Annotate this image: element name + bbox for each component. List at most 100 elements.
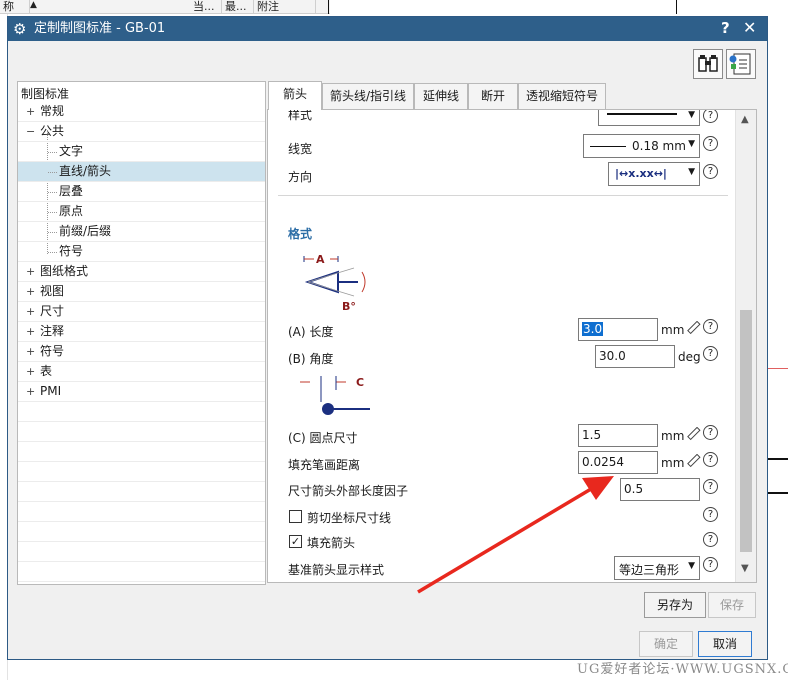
- tree-item-symbol[interactable]: 符号: [18, 242, 265, 262]
- tree-item-line-arrow[interactable]: 直线/箭头: [18, 162, 265, 182]
- tree-item-label: 层叠: [59, 184, 84, 198]
- tree-empty-row: [18, 422, 265, 442]
- tree-item-view[interactable]: + 视图: [18, 282, 265, 302]
- tree-item-origin[interactable]: 原点: [18, 202, 265, 222]
- ruler-icon[interactable]: [686, 454, 701, 469]
- angle-input[interactable]: 30.0: [595, 345, 675, 368]
- solid-line-icon: [607, 113, 677, 115]
- tab-arrow-line-leader[interactable]: 箭头线/指引线: [322, 83, 414, 110]
- help-icon[interactable]: ?: [703, 532, 718, 547]
- tree-empty-row: [18, 442, 265, 462]
- tree-item-label: 表: [40, 364, 53, 378]
- tree-item-text[interactable]: 文字: [18, 142, 265, 162]
- diagram-a-label: A: [316, 253, 325, 266]
- expand-icon[interactable]: +: [26, 382, 36, 401]
- width-value: 0.18 mm: [632, 139, 686, 153]
- tree-item-label: 直线/箭头: [59, 164, 112, 178]
- collapse-icon[interactable]: −: [26, 122, 36, 141]
- line-sample-icon: [590, 146, 626, 147]
- close-button[interactable]: ✕: [743, 18, 756, 38]
- fill-distance-input[interactable]: 0.0254: [578, 451, 658, 474]
- tab-arrow[interactable]: 箭头: [268, 81, 322, 110]
- tree-item-drawing-format[interactable]: + 图纸格式: [18, 262, 265, 282]
- tree-item-annotation[interactable]: + 注释: [18, 322, 265, 342]
- custom-drafting-standard-dialog: ⚙ 定制制图标准 - GB-01 ? ✕ 制图标准 + 常规 − 公共 文字 直…: [7, 16, 768, 660]
- dot-size-input[interactable]: 1.5: [578, 424, 658, 447]
- tree-root-label: 制图标准: [21, 87, 70, 101]
- help-icon[interactable]: ?: [703, 164, 718, 179]
- expand-icon[interactable]: +: [26, 362, 36, 381]
- tree-empty-row: [18, 462, 265, 482]
- help-button[interactable]: ?: [721, 18, 730, 38]
- dialog-title: 定制制图标准 - GB-01: [34, 21, 166, 36]
- help-icon[interactable]: ?: [703, 507, 718, 522]
- style-dropdown[interactable]: ▼: [598, 110, 700, 126]
- width-dropdown[interactable]: 0.18 mm ▼: [583, 134, 700, 158]
- tab-extension-line[interactable]: 延伸线: [414, 83, 468, 110]
- ok-button[interactable]: 确定: [639, 631, 693, 657]
- tree-item-label: 常规: [40, 104, 65, 118]
- tab-break[interactable]: 断开: [468, 83, 518, 110]
- clip-coordinate-checkbox[interactable]: [289, 510, 302, 523]
- length-value: 3.0: [582, 322, 604, 336]
- expand-icon[interactable]: +: [26, 342, 36, 361]
- ruler-icon[interactable]: [686, 427, 701, 442]
- tree-connector: [48, 172, 57, 173]
- scroll-up-icon[interactable]: ▲: [741, 114, 749, 125]
- angle-label: (B) 角度: [288, 352, 334, 366]
- vertical-scrollbar[interactable]: ▲ ▼: [735, 110, 756, 582]
- tree-item-label: 图纸格式: [40, 264, 89, 278]
- find-button[interactable]: [693, 49, 723, 79]
- tree-item-stack[interactable]: 层叠: [18, 182, 265, 202]
- outside-length-factor-input[interactable]: 0.5: [620, 478, 700, 501]
- tree-item-label: 尺寸: [40, 304, 65, 318]
- ruler-icon[interactable]: [686, 321, 701, 336]
- info-panel-button[interactable]: [726, 49, 756, 79]
- diagram-b-label: B°: [342, 300, 356, 313]
- expand-icon[interactable]: +: [26, 302, 36, 321]
- help-icon[interactable]: ?: [703, 425, 718, 440]
- cancel-button[interactable]: 取消: [698, 631, 752, 657]
- length-unit: mm: [661, 323, 685, 337]
- help-icon[interactable]: ?: [703, 346, 718, 361]
- tree-item-label: 注释: [40, 324, 65, 338]
- direction-dropdown[interactable]: |↔x.xx↔| ▼: [608, 162, 700, 186]
- direction-label: 方向: [288, 170, 313, 184]
- section-divider: [278, 195, 728, 196]
- tree-item-label: 前缀/后缀: [59, 224, 112, 238]
- tree-item-label: 符号: [40, 344, 65, 358]
- fill-arrow-checkbox[interactable]: ✓: [289, 535, 302, 548]
- help-icon[interactable]: ?: [703, 557, 718, 572]
- tree-item-general[interactable]: + 常规: [18, 102, 265, 122]
- expand-icon[interactable]: +: [26, 322, 36, 341]
- scroll-down-icon[interactable]: ▼: [741, 563, 749, 574]
- tree-item-common[interactable]: − 公共: [18, 122, 265, 142]
- dialog-titlebar[interactable]: ⚙ 定制制图标准 - GB-01 ? ✕: [8, 17, 767, 41]
- help-icon[interactable]: ?: [703, 452, 718, 467]
- tree-empty-row: [18, 542, 265, 562]
- scroll-thumb[interactable]: [740, 310, 752, 552]
- diagram-c-label: C: [356, 376, 364, 389]
- tree-item-dimension[interactable]: + 尺寸: [18, 302, 265, 322]
- help-icon[interactable]: ?: [703, 479, 718, 494]
- dot-diagram: C: [300, 376, 370, 415]
- help-icon[interactable]: ?: [703, 319, 718, 334]
- tree-connector: [48, 212, 57, 213]
- tree-item-label: 文字: [59, 144, 84, 158]
- background-table-header: 称 ▲ 当... 最... 附注: [0, 0, 330, 14]
- tree-item-prefix-suffix[interactable]: 前缀/后缀: [18, 222, 265, 242]
- help-icon[interactable]: ?: [703, 110, 718, 123]
- expand-icon[interactable]: +: [26, 102, 36, 121]
- expand-icon[interactable]: +: [26, 282, 36, 301]
- save-as-button[interactable]: 另存为: [644, 592, 706, 618]
- tree-item-pmi[interactable]: + PMI: [18, 382, 265, 402]
- expand-icon[interactable]: +: [26, 262, 36, 281]
- outside-length-factor-label: 尺寸箭头外部长度因子: [288, 484, 409, 498]
- datum-arrow-style-dropdown[interactable]: 等边三角形 ▼: [614, 556, 700, 580]
- length-input[interactable]: 3.0: [578, 318, 658, 341]
- tree-item-symbols[interactable]: + 符号: [18, 342, 265, 362]
- tree-item-table[interactable]: + 表: [18, 362, 265, 382]
- tab-foreshortening-symbol[interactable]: 透视缩短符号: [518, 83, 606, 110]
- help-icon[interactable]: ?: [703, 136, 718, 151]
- save-button[interactable]: 保存: [708, 592, 756, 618]
